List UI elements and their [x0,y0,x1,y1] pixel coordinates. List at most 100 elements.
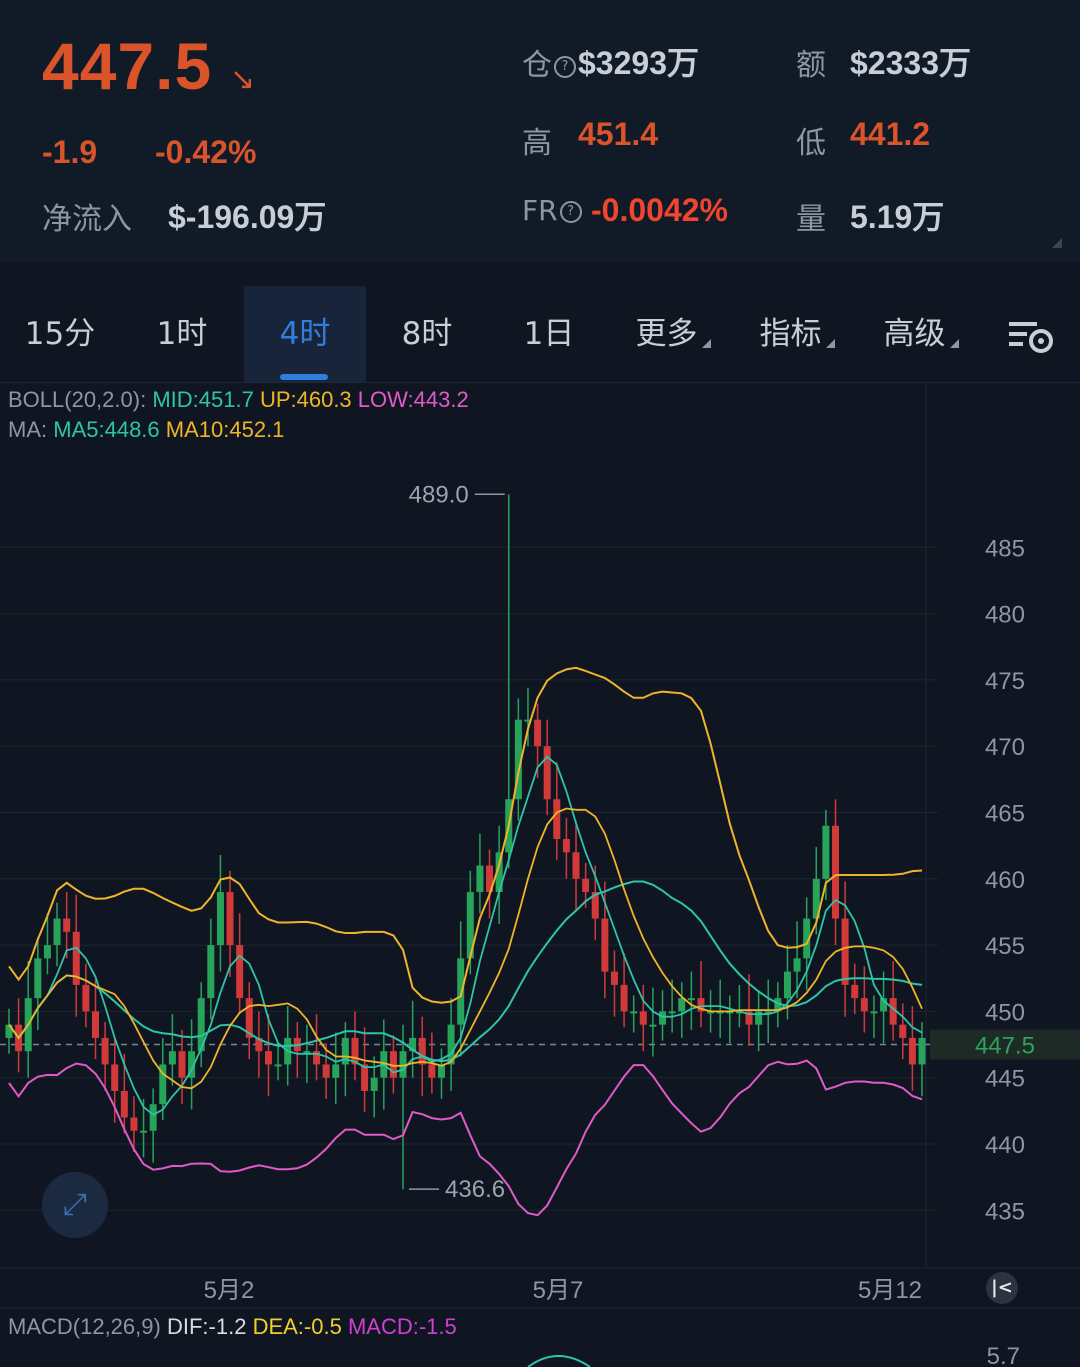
dropdown-icon [701,339,711,348]
candle-body [53,918,61,946]
candle-body [447,1024,455,1065]
min-price-label: 436.6 [445,1176,505,1203]
last-price-tag [930,1029,1080,1060]
help-icon[interactable]: ? [554,55,576,78]
x-tick-label: 5月12 [858,1277,922,1304]
candle-body [313,1051,321,1065]
funding-rate-label: FR? [522,194,584,227]
candle-body [236,945,244,999]
candle-body [610,971,618,985]
candle-body [659,1011,667,1025]
ticker-header: 447.5 ↘ -1.9 -0.42% 净流入 $-196.09万 仓? $32… [0,0,1080,262]
candle-body [120,1090,128,1118]
candle-body [745,1011,753,1025]
candle-body [678,998,686,1012]
candle-body [668,1011,676,1014]
boll-legend: BOLL(20,2.0): MID:451.7 UP:460.3 LOW:443… [8,387,469,412]
expand-corner-icon[interactable] [1052,238,1062,248]
candle-body [168,1051,176,1065]
candle-body [34,958,42,999]
jump-to-latest-icon[interactable]: |< [986,1272,1018,1304]
candle-body [466,892,474,959]
candle-body [495,852,503,893]
candle-body [101,1037,109,1065]
candle-body [24,998,32,1052]
help-icon[interactable]: ? [559,201,582,223]
candle-body [591,892,599,919]
macd-legend: MACD(12,26,9) DIF:-1.2 DEA:-0.5 MACD:-1.… [8,1314,457,1339]
candle-body [783,971,791,999]
candle-body [457,958,465,1025]
candle-body [687,998,695,1001]
netflow-label: 净流入 [42,202,132,237]
candle-body [620,984,628,1012]
y-tick-label: 445 [985,1066,1025,1093]
last-price-label: 447.5 [975,1033,1035,1060]
interval-tabs: 15分 1时 4时 8时 1日 更多 指标 高级 [0,286,1080,383]
candle-body [5,1024,13,1038]
tab-more[interactable]: 更多 [612,286,734,382]
candle-body [870,1011,878,1014]
volume-label: 量 [796,202,826,237]
high-label: 高 [522,126,552,161]
x-tick-label: 5月7 [533,1277,584,1304]
y-tick-label: 440 [985,1132,1025,1159]
price-change: -1.9 [42,134,98,170]
candle-body [764,1011,772,1014]
candle-body [63,918,71,932]
tab-indicators[interactable]: 指标 [736,286,858,382]
candle-body [505,799,513,853]
max-price-label: 489.0 [409,481,469,508]
tab-1h[interactable]: 1时 [122,286,242,382]
candle-body [149,1104,157,1131]
expand-chart-icon[interactable]: ⤢ [42,1172,108,1238]
y-tick-label: 435 [985,1198,1025,1225]
indicator-line [8,755,923,1116]
oi-value: $3293万 [578,45,699,81]
dropdown-icon [949,339,959,348]
candle-body [341,1037,349,1065]
candle-body [43,945,51,959]
y-tick-label: 465 [985,801,1025,828]
candle-body [822,825,830,879]
candle-body [841,918,849,985]
tab-advanced[interactable]: 高级 [860,286,982,382]
candle-body [832,825,840,919]
last-price: 447.5 [42,29,213,103]
candle-body [601,918,609,972]
candle-body [476,865,484,893]
candle-body [543,746,551,800]
candle-body [793,958,801,972]
candle-body [524,719,532,722]
macd-line [527,1355,591,1367]
candle-body [188,1051,196,1078]
price-change-pct: -0.42% [155,134,257,170]
tab-8h[interactable]: 8时 [366,286,488,382]
macd-axis-label: 5.7 [987,1343,1020,1367]
candle-body [216,892,224,946]
high-value: 451.4 [578,116,659,152]
down-arrow-icon: ↘ [230,62,256,97]
tab-1d[interactable]: 1日 [488,286,610,382]
candle-body [774,998,782,1012]
candle-body [582,878,590,893]
candle-body [562,839,570,853]
indicator-line [8,1059,923,1217]
candle-body [716,1011,724,1014]
x-tick-label: 5月2 [204,1277,255,1304]
tab-15m[interactable]: 15分 [0,286,120,382]
candle-body [630,1011,638,1014]
candle-body [553,799,561,840]
candle-body [15,1024,23,1052]
candle-body [399,1051,407,1078]
candle-body [140,1130,148,1133]
y-tick-label: 485 [985,535,1025,562]
tab-4h[interactable]: 4时 [244,286,366,382]
candle-body [370,1077,378,1091]
funding-rate-value: -0.0042% [591,192,728,228]
chart-settings-icon[interactable] [996,286,1066,382]
active-tab-indicator [280,374,328,380]
candle-body [812,878,820,919]
candle-body [803,918,811,959]
candle-body [207,945,215,999]
